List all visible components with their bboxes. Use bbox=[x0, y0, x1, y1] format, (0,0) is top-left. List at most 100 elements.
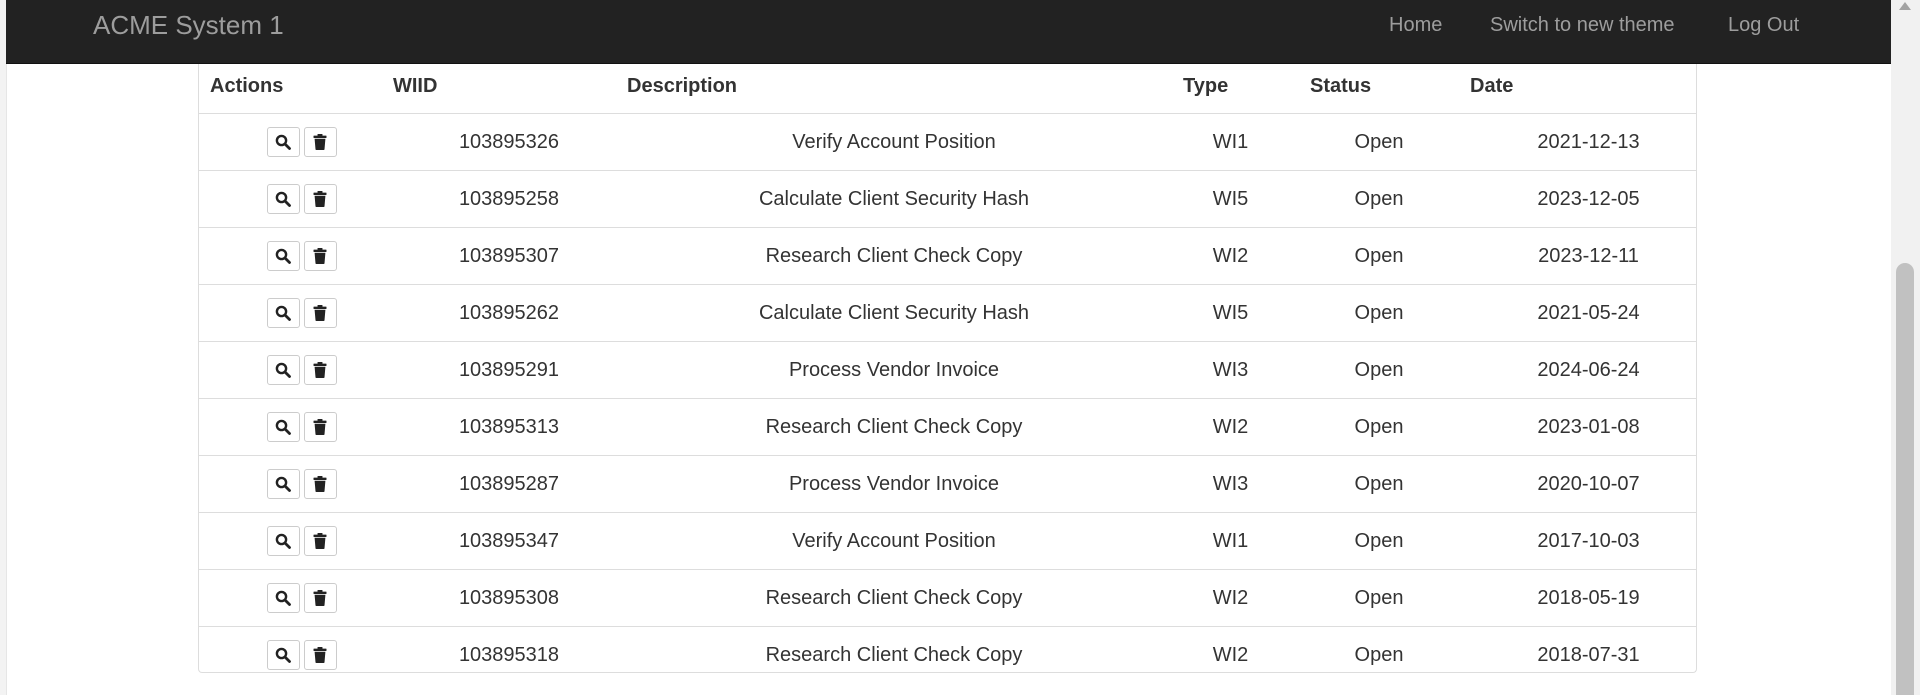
delete-button[interactable] bbox=[303, 469, 337, 499]
row-actions bbox=[199, 227, 382, 285]
table-body: 103895326 Verify Account Position WI1 Open 2… bbox=[199, 113, 1696, 684]
cell-type: WI2 bbox=[1172, 569, 1299, 627]
cell-date: 2023-12-11 bbox=[1459, 227, 1696, 285]
row-actions bbox=[199, 569, 382, 627]
view-button[interactable] bbox=[266, 298, 300, 328]
cell-description: Verify Account Position bbox=[616, 113, 1172, 171]
view-button[interactable] bbox=[266, 640, 300, 670]
view-button[interactable] bbox=[266, 469, 300, 499]
delete-button[interactable] bbox=[303, 526, 337, 556]
row-actions bbox=[199, 341, 382, 399]
search-icon bbox=[275, 305, 291, 321]
row-actions bbox=[199, 627, 382, 684]
cell-date: 2023-01-08 bbox=[1459, 398, 1696, 456]
cell-description: Research Client Check Copy bbox=[616, 398, 1172, 456]
cell-type: WI1 bbox=[1172, 113, 1299, 171]
trash-icon bbox=[313, 134, 327, 150]
row-actions bbox=[199, 284, 382, 342]
search-icon bbox=[275, 134, 291, 150]
table-row: 103895262 Calculate Client Security Hash W… bbox=[199, 284, 1696, 342]
search-icon bbox=[275, 590, 291, 606]
trash-icon bbox=[313, 476, 327, 492]
work-items-table-panel: Actions WIID Description Type Status Dat… bbox=[198, 20, 1697, 673]
scroll-up-arrow-icon[interactable] bbox=[1899, 2, 1911, 10]
cell-status: Open bbox=[1354, 643, 1404, 666]
view-button[interactable] bbox=[266, 583, 300, 613]
cell-status: Open bbox=[1299, 170, 1459, 228]
cell-description: Verify Account Position bbox=[616, 512, 1172, 570]
row-actions bbox=[199, 113, 382, 171]
cell-wiid: 103895262 bbox=[382, 284, 616, 342]
delete-button[interactable] bbox=[303, 241, 337, 271]
trash-icon bbox=[313, 305, 327, 321]
cell-description: Process Vendor Invoice bbox=[616, 455, 1172, 513]
delete-button[interactable] bbox=[303, 583, 337, 613]
table-row: 103895313 Research Client Check Copy WI2 Op… bbox=[199, 398, 1696, 456]
trash-icon bbox=[313, 590, 327, 606]
scrollbar-thumb[interactable] bbox=[1896, 263, 1914, 695]
search-icon bbox=[275, 248, 291, 264]
delete-button[interactable] bbox=[303, 640, 337, 670]
cell-status: Open bbox=[1299, 284, 1459, 342]
trash-icon bbox=[313, 191, 327, 207]
cell-type: WI2 bbox=[1172, 398, 1299, 456]
cell-date: 2021-12-13 bbox=[1459, 113, 1696, 171]
cell-date: 2017-10-03 bbox=[1459, 512, 1696, 570]
trash-icon bbox=[313, 248, 327, 264]
view-button[interactable] bbox=[266, 412, 300, 442]
delete-button[interactable] bbox=[303, 355, 337, 385]
row-actions bbox=[199, 455, 382, 513]
cell-status: Open bbox=[1299, 455, 1459, 513]
search-icon bbox=[275, 533, 291, 549]
search-icon bbox=[275, 362, 291, 378]
table-row: 103895326 Verify Account Position WI1 Open 2… bbox=[199, 113, 1696, 171]
cell-wiid: 103895308 bbox=[382, 569, 616, 627]
row-actions bbox=[199, 170, 382, 228]
view-button[interactable] bbox=[266, 526, 300, 556]
cell-type: WI5 bbox=[1172, 284, 1299, 342]
cell-wiid: 103895313 bbox=[382, 398, 616, 456]
cell-type: WI3 bbox=[1172, 455, 1299, 513]
cell-wiid: 103895287 bbox=[382, 455, 616, 513]
nav-home-link[interactable]: Home bbox=[1389, 13, 1442, 37]
table-row: 103895291 Process Vendor Invoice WI3 Open 20… bbox=[199, 341, 1696, 399]
search-icon bbox=[275, 419, 291, 435]
table-row: 103895287 Process Vendor Invoice WI3 Open 20… bbox=[199, 455, 1696, 513]
view-button[interactable] bbox=[266, 355, 300, 385]
cell-status: Open bbox=[1299, 569, 1459, 627]
cell-type: WI3 bbox=[1172, 341, 1299, 399]
delete-button[interactable] bbox=[303, 298, 337, 328]
left-edge-divider bbox=[0, 0, 7, 695]
cell-date: 2020-10-07 bbox=[1459, 455, 1696, 513]
cell-description: Calculate Client Security Hash bbox=[616, 284, 1172, 342]
search-icon bbox=[275, 476, 291, 492]
view-button[interactable] bbox=[266, 127, 300, 157]
trash-icon bbox=[313, 362, 327, 378]
nav-switch-theme-link[interactable]: Switch to new theme bbox=[1490, 13, 1675, 37]
table-row: 103895307 Research Client Check Copy WI2 Op… bbox=[199, 227, 1696, 285]
cell-wiid: 103895347 bbox=[382, 512, 616, 570]
cell-type: WI1 bbox=[1172, 512, 1299, 570]
cell-wiid: 103895326 bbox=[382, 113, 616, 171]
table-row: 103895308 Research Client Check Copy WI2 Op… bbox=[199, 569, 1696, 627]
view-button[interactable] bbox=[266, 241, 300, 271]
cell-description: Calculate Client Security Hash bbox=[616, 170, 1172, 228]
table-row: 103895318 Research Client Check Copy WI2 Op… bbox=[199, 627, 1696, 684]
vertical-scrollbar[interactable] bbox=[1891, 0, 1920, 695]
delete-button[interactable] bbox=[303, 184, 337, 214]
cell-date: 2018-05-19 bbox=[1459, 569, 1696, 627]
brand-title[interactable]: ACME System 1 bbox=[93, 11, 284, 39]
delete-button[interactable] bbox=[303, 127, 337, 157]
cell-type: WI2 bbox=[1212, 643, 1249, 666]
delete-button[interactable] bbox=[303, 412, 337, 442]
nav-logout-link[interactable]: Log Out bbox=[1728, 13, 1799, 37]
view-button[interactable] bbox=[266, 184, 300, 214]
page-viewport: ACME System 1 Home Switch to new theme L… bbox=[0, 0, 1891, 695]
cell-date: 2021-05-24 bbox=[1459, 284, 1696, 342]
cell-description: Process Vendor Invoice bbox=[616, 341, 1172, 399]
top-navbar: ACME System 1 Home Switch to new theme L… bbox=[6, 0, 1891, 64]
cell-wiid: 103895291 bbox=[382, 341, 616, 399]
cell-date: 2024-06-24 bbox=[1459, 341, 1696, 399]
work-items-table: Actions WIID Description Type Status Dat… bbox=[199, 20, 1696, 683]
row-actions bbox=[199, 512, 382, 570]
